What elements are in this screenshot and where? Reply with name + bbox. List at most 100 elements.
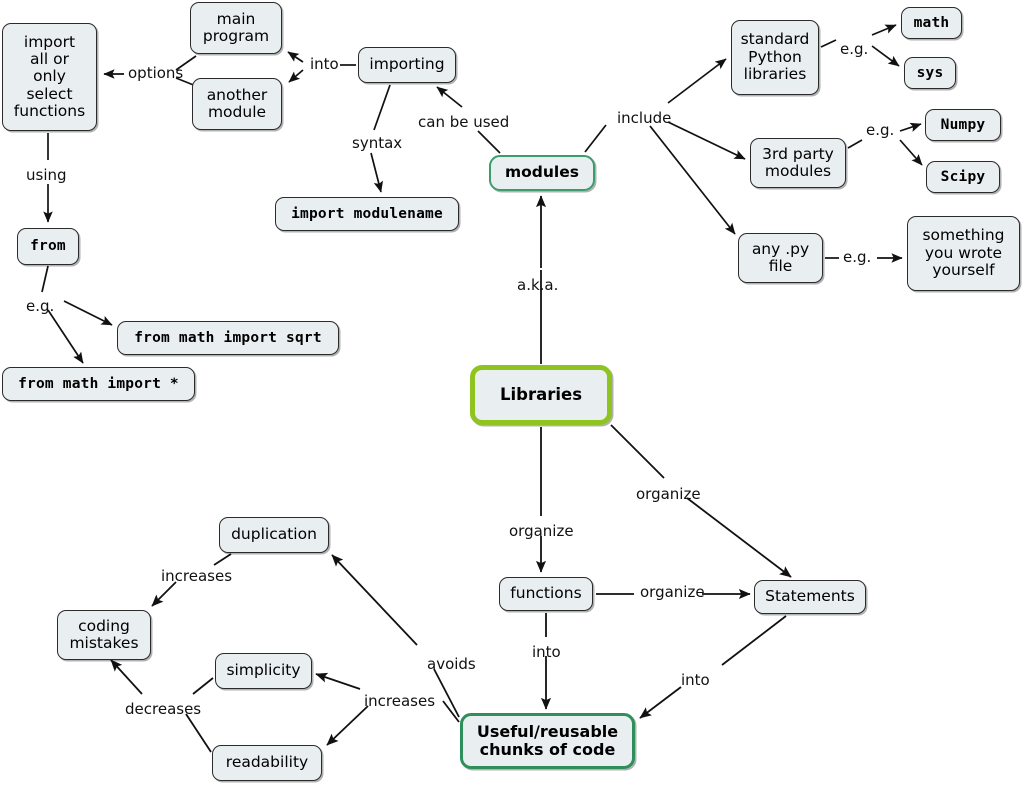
edge-into-to-main <box>287 51 304 63</box>
edge-label-can_be_used: can be used <box>418 113 510 131</box>
node-label-any_py_file: any .py file <box>751 239 810 275</box>
node-libraries[interactable]: Libraries <box>470 365 612 425</box>
node-label-from: from <box>30 238 66 255</box>
edge-modules-to-include <box>584 124 607 153</box>
edge-avoids-to-duplication <box>331 554 418 646</box>
edge-label-into_st: into <box>681 671 710 689</box>
edge-canbeused-to-importing <box>436 86 463 108</box>
node-label-duplication: duplication <box>231 525 317 544</box>
edge-label-increases_s: increases <box>364 692 436 710</box>
edge-standard-to-eg <box>820 39 837 48</box>
edge-label-eg_third: e.g. <box>866 121 895 139</box>
node-functions[interactable]: functions <box>499 577 593 611</box>
node-from_star[interactable]: from math import * <box>2 367 195 401</box>
edge-eg-to-math <box>871 24 897 36</box>
node-modules[interactable]: modules <box>489 155 595 191</box>
node-label-sys: sys <box>916 64 944 81</box>
node-simplicity[interactable]: simplicity <box>215 653 312 689</box>
node-label-third_party: 3rd party modules <box>762 144 834 180</box>
node-useful_chunks[interactable]: Useful/reusable chunks of code <box>460 713 635 769</box>
node-label-coding_mistakes: coding mistakes <box>69 616 139 652</box>
node-main_program[interactable]: main program <box>190 2 282 54</box>
node-label-statements: Statements <box>765 587 855 606</box>
edge-label-using: using <box>26 166 67 184</box>
edge-label-eg_std: e.g. <box>840 40 869 58</box>
edge-from-to-eg <box>41 265 49 293</box>
edge-eg-to-sys <box>871 45 900 67</box>
edge-readability-to-decreases <box>185 713 212 753</box>
edge-include-to-third-party-modules <box>667 121 746 160</box>
node-importing[interactable]: importing <box>358 47 456 83</box>
edge-libraries-to-organize-statements <box>610 424 665 479</box>
edge-label-avoids: avoids <box>427 655 476 673</box>
node-coding_mistakes[interactable]: coding mistakes <box>57 610 151 660</box>
node-label-modules: modules <box>505 163 579 182</box>
edge-decreases-to-coding-mistakes <box>110 659 143 695</box>
node-label-scipy: Scipy <box>940 168 986 185</box>
edge-importing-to-syntax <box>373 84 391 131</box>
edge-increases-to-readability <box>326 705 369 746</box>
edge-chunks-to-avoids <box>433 668 460 718</box>
edge-modules-to-canbeused <box>477 130 501 154</box>
node-from_sqrt[interactable]: from math import sqrt <box>117 321 339 355</box>
node-another_module[interactable]: another module <box>192 78 282 130</box>
node-label-from_star: from math import * <box>18 375 179 392</box>
edge-eg-to-scipy <box>899 139 923 166</box>
edge-include-to-any-py-file <box>649 125 736 235</box>
node-label-useful_chunks: Useful/reusable chunks of code <box>476 722 619 759</box>
node-any_py_file[interactable]: any .py file <box>738 233 823 283</box>
edge-label-options: options <box>128 64 184 82</box>
node-duplication[interactable]: duplication <box>219 517 329 553</box>
node-label-another_module: another module <box>206 85 268 121</box>
edge-include-to-standard-python-libraries <box>667 58 727 104</box>
edge-chunks-to-increases-simplicity <box>442 700 460 723</box>
node-math[interactable]: math <box>901 7 962 39</box>
node-label-numpy: Numpy <box>940 116 986 133</box>
node-from[interactable]: from <box>17 228 79 265</box>
node-label-importing: importing <box>369 55 445 74</box>
edge-label-into_fn: into <box>532 643 561 661</box>
edge-label-increases_d: increases <box>161 567 233 585</box>
edge-label-include: include <box>617 109 672 127</box>
node-import_all[interactable]: import all or only select functions <box>2 23 97 131</box>
node-readability[interactable]: readability <box>212 745 322 781</box>
node-numpy[interactable]: Numpy <box>925 109 1001 141</box>
node-label-something_wrote: something you wrote yourself <box>922 226 1005 280</box>
node-something_wrote[interactable]: something you wrote yourself <box>907 216 1020 291</box>
node-third_party[interactable]: 3rd party modules <box>750 138 846 188</box>
edge-label-organize_fn: organize <box>509 522 574 540</box>
node-label-import_modname: import modulename <box>291 205 443 222</box>
edge-label-aka: a.k.a. <box>517 276 559 294</box>
edge-label-into: into <box>310 55 339 73</box>
node-label-readability: readability <box>225 753 309 772</box>
edge-label-eg_from: e.g. <box>26 297 55 315</box>
node-label-libraries: Libraries <box>499 384 583 404</box>
node-statements[interactable]: Statements <box>754 580 866 614</box>
node-label-simplicity: simplicity <box>226 661 301 680</box>
edge-duplication-to-increases <box>213 553 232 566</box>
edge-label-organize_mid: organize <box>640 583 705 601</box>
node-label-main_program: main program <box>202 9 270 45</box>
edge-thirdparty-to-eg <box>847 139 863 149</box>
node-import_modname[interactable]: import modulename <box>275 197 459 231</box>
edge-eg-to-numpy <box>899 122 922 132</box>
edge-syntax-to-importmodulename <box>370 152 383 193</box>
edge-label-eg_anypy: e.g. <box>843 248 872 266</box>
edge-eg-to-fromsqrt <box>63 300 113 326</box>
edge-into-to-another <box>288 69 304 83</box>
node-scipy[interactable]: Scipy <box>926 161 1000 193</box>
edge-simplicity-to-decreases <box>192 677 214 695</box>
node-label-math: math <box>913 14 950 31</box>
node-label-from_sqrt: from math import sqrt <box>134 329 322 346</box>
edge-increases-to-simplicity <box>315 672 361 690</box>
node-std_python_libs[interactable]: standard Python libraries <box>731 20 819 95</box>
edge-increases-to-coding-mistakes <box>151 581 177 607</box>
node-label-functions: functions <box>510 584 582 603</box>
edge-eg-to-fromstar <box>47 309 84 364</box>
concept-map-canvas: import all or only select functions main … <box>0 0 1024 785</box>
node-label-std_python_libs: standard Python libraries <box>740 30 810 84</box>
edge-label-organize_st: organize <box>636 485 701 503</box>
node-sys[interactable]: sys <box>904 57 956 89</box>
edge-label-syntax: syntax <box>352 134 403 152</box>
edge-into-to-useful-chunks-2 <box>639 686 682 719</box>
